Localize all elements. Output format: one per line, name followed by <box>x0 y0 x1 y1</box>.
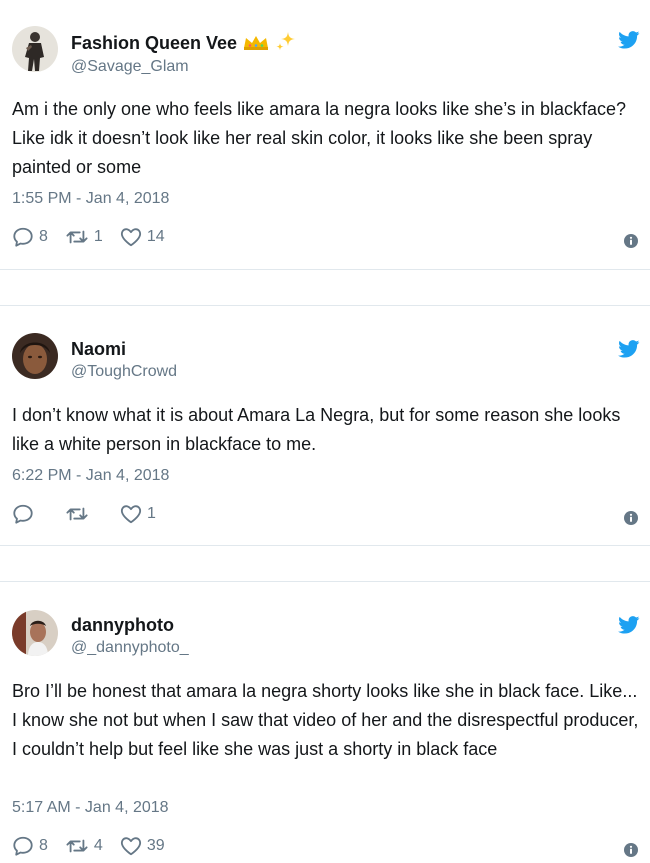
retweet-button[interactable]: 4 <box>65 835 103 857</box>
timestamp[interactable]: 5:17 AM - Jan 4, 2018 <box>12 799 169 817</box>
retweet-count: 1 <box>93 228 103 245</box>
reply-button[interactable]: 8 <box>12 835 48 857</box>
like-button[interactable]: 39 <box>120 835 165 857</box>
display-name[interactable]: Fashion Queen Vee <box>71 32 298 54</box>
handle[interactable]: @_dannyphoto_ <box>71 639 189 657</box>
divider <box>0 269 650 270</box>
tweet-text: Bro I’ll be honest that amara la negra s… <box>12 681 639 759</box>
tweet-card: Fashion Queen Vee @Savage_Glam Am i the … <box>0 0 650 270</box>
retweet-button[interactable] <box>65 503 94 525</box>
reply-icon <box>12 835 34 857</box>
retweet-icon <box>65 226 89 248</box>
reply-icon <box>12 226 34 248</box>
timestamp[interactable]: 6:22 PM - Jan 4, 2018 <box>12 467 169 485</box>
tweet-actions: 1 <box>12 503 173 525</box>
timestamp[interactable]: 1:55 PM - Jan 4, 2018 <box>12 190 169 208</box>
tweet-card: dannyphoto @_dannyphoto_ Bro I’ll be hon… <box>0 582 650 863</box>
handle[interactable]: @ToughCrowd <box>71 363 177 381</box>
reply-button[interactable] <box>12 503 39 525</box>
retweet-count: 4 <box>93 837 103 854</box>
heart-icon <box>120 503 142 525</box>
retweet-button[interactable]: 1 <box>65 226 103 248</box>
twitter-bird-icon[interactable] <box>618 616 640 634</box>
heart-icon <box>120 835 142 857</box>
avatar[interactable] <box>12 610 58 656</box>
avatar[interactable] <box>12 333 58 379</box>
reply-icon <box>12 503 34 525</box>
retweet-icon <box>65 835 89 857</box>
twitter-bird-icon[interactable] <box>618 340 640 358</box>
tweet-actions: 8 1 14 <box>12 226 182 248</box>
divider <box>0 545 650 546</box>
handle[interactable]: @Savage_Glam <box>71 58 189 76</box>
tweet-card: Naomi @ToughCrowd I don’t know what it i… <box>0 306 650 546</box>
twitter-bird-icon[interactable] <box>618 31 640 49</box>
display-name-text: Fashion Queen Vee <box>71 33 238 53</box>
info-icon[interactable] <box>624 234 638 248</box>
info-icon[interactable] <box>624 511 638 525</box>
tweet-text: I don’t know what it is about Amara La N… <box>12 405 621 454</box>
like-count: 14 <box>146 228 165 245</box>
crown-emoji <box>244 35 269 50</box>
sparkles-emoji <box>276 32 296 51</box>
like-count: 39 <box>146 837 165 854</box>
avatar[interactable] <box>12 26 58 72</box>
display-name[interactable]: Naomi <box>71 339 126 360</box>
info-icon[interactable] <box>624 843 638 857</box>
reply-count: 8 <box>39 228 48 245</box>
display-name[interactable]: dannyphoto <box>71 615 174 636</box>
like-button[interactable]: 1 <box>120 503 156 525</box>
reply-count: 8 <box>39 837 48 854</box>
tweet-actions: 8 4 39 <box>12 835 182 857</box>
tweet-text: Am i the only one who feels like amara l… <box>12 99 626 177</box>
like-button[interactable]: 14 <box>120 226 165 248</box>
heart-icon <box>120 226 142 248</box>
reply-button[interactable]: 8 <box>12 226 48 248</box>
retweet-icon <box>65 503 89 525</box>
like-count: 1 <box>147 505 156 522</box>
